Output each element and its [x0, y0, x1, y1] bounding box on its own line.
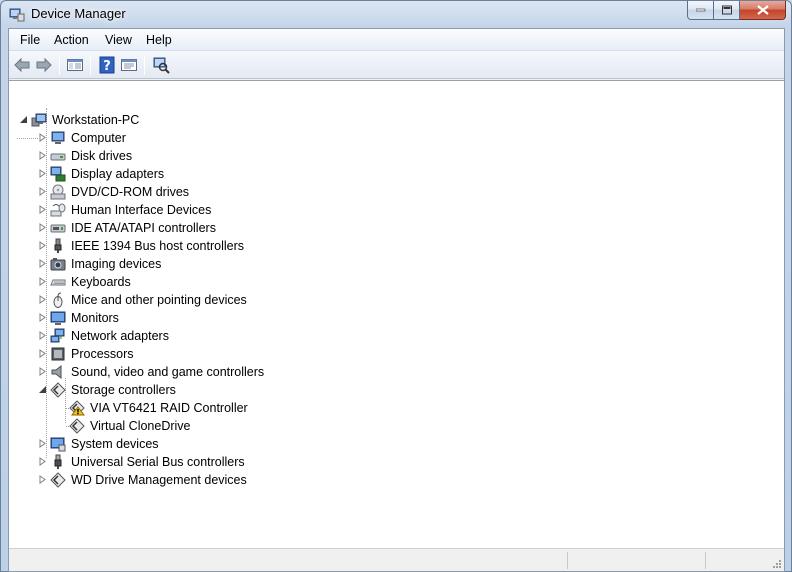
- expand-arrow-icon[interactable]: [38, 151, 47, 160]
- collapse-arrow-icon[interactable]: [19, 115, 28, 124]
- menu-action[interactable]: Action: [52, 33, 91, 47]
- expand-arrow-icon[interactable]: [38, 205, 47, 214]
- device-manager-icon: [9, 8, 25, 22]
- ide-controller-icon: [50, 224, 66, 233]
- minimize-icon: [695, 8, 705, 12]
- tree-category-label: Universal Serial Bus controllers: [71, 455, 245, 469]
- tree-device-label: VIA VT6421 RAID Controller: [90, 401, 248, 415]
- storage-controller-icon: [69, 418, 85, 434]
- toolbar: ?: [9, 51, 784, 79]
- display-adapter-icon: [50, 166, 66, 182]
- tree-category-label: Keyboards: [71, 275, 131, 289]
- scan-hardware-icon[interactable]: [152, 56, 170, 74]
- speaker-icon: [51, 364, 62, 380]
- tree-category-label: Storage controllers: [71, 383, 176, 397]
- close-icon: [756, 5, 769, 15]
- expand-arrow-icon[interactable]: [38, 313, 47, 322]
- tree-category-label: Sound, video and game controllers: [71, 365, 265, 379]
- client-area: File Action View Help ? Workstation-PC C…: [8, 28, 785, 572]
- toolbar-separator: [59, 55, 60, 75]
- menu-file[interactable]: File: [18, 33, 42, 47]
- device-tree[interactable]: Workstation-PC Computer Disk drives Disp…: [9, 80, 784, 548]
- show-hide-console-tree-icon[interactable]: [66, 56, 84, 74]
- tree-category-label: IDE ATA/ATAPI controllers: [71, 221, 216, 235]
- expand-arrow-icon[interactable]: [38, 457, 47, 466]
- status-pane: [705, 552, 706, 569]
- camera-icon: [50, 258, 66, 271]
- hid-icon: [50, 203, 66, 217]
- expand-arrow-icon[interactable]: [38, 223, 47, 232]
- computer-tower-icon: [31, 113, 47, 127]
- help-icon[interactable]: ?: [98, 56, 116, 74]
- keyboard-icon: [50, 279, 66, 286]
- mouse-icon: [53, 292, 63, 308]
- close-button[interactable]: [740, 1, 786, 20]
- tree-category-label: Processors: [71, 347, 134, 361]
- tree-category-label: Human Interface Devices: [71, 203, 212, 217]
- tree-category-label: Monitors: [71, 311, 119, 325]
- dvd-drive-icon: [50, 184, 66, 200]
- expand-arrow-icon[interactable]: [38, 295, 47, 304]
- menu-help[interactable]: Help: [144, 33, 174, 47]
- tree-device-label: Virtual CloneDrive: [90, 419, 191, 433]
- expand-arrow-icon[interactable]: [38, 439, 47, 448]
- menu-bar: File Action View Help: [9, 29, 784, 51]
- properties-icon[interactable]: [120, 56, 138, 74]
- tree-category-label: Mice and other pointing devices: [71, 293, 247, 307]
- storage-controller-icon: [50, 472, 66, 488]
- collapse-arrow-icon[interactable]: [38, 385, 47, 394]
- caption-buttons: [687, 1, 786, 20]
- svg-text:?: ?: [103, 59, 111, 74]
- expand-arrow-icon[interactable]: [38, 277, 47, 286]
- maximize-button[interactable]: [714, 1, 740, 20]
- monitor-icon: [50, 311, 66, 325]
- tree-category-label: System devices: [71, 437, 159, 451]
- expand-arrow-icon[interactable]: [38, 169, 47, 178]
- firewire-icon: [54, 238, 62, 253]
- tree-root-label: Workstation-PC: [52, 113, 140, 127]
- expand-arrow-icon[interactable]: [38, 349, 47, 358]
- tree-connector: [17, 138, 38, 139]
- network-adapter-icon: [50, 328, 65, 343]
- tree-category-label: Imaging devices: [71, 257, 162, 271]
- expand-arrow-icon[interactable]: [38, 241, 47, 250]
- disk-drive-icon: [50, 153, 66, 161]
- menu-view[interactable]: View: [103, 33, 134, 47]
- toolbar-separator: [144, 55, 145, 75]
- processor-icon: [51, 347, 65, 361]
- storage-controller-icon: [50, 382, 66, 398]
- tree-category-label: Display adapters: [71, 167, 165, 181]
- expand-arrow-icon[interactable]: [38, 475, 47, 484]
- window-title: Device Manager: [31, 6, 126, 21]
- toolbar-separator: [90, 55, 91, 75]
- minimize-button[interactable]: [687, 1, 714, 20]
- expand-arrow-icon[interactable]: [38, 187, 47, 196]
- expand-arrow-icon[interactable]: [38, 133, 47, 142]
- expand-arrow-icon[interactable]: [38, 331, 47, 340]
- tree-category-label: Network adapters: [71, 329, 169, 343]
- tree-category-label: DVD/CD-ROM drives: [71, 185, 190, 199]
- back-arrow-icon[interactable]: [13, 56, 31, 74]
- maximize-icon: [721, 5, 732, 15]
- tree-category-label: WD Drive Management devices: [71, 473, 247, 487]
- tree-category-label: IEEE 1394 Bus host controllers: [71, 239, 245, 253]
- status-pane: [567, 552, 568, 569]
- tree-category-label: Computer: [71, 131, 126, 145]
- expand-arrow-icon[interactable]: [38, 367, 47, 376]
- expand-arrow-icon[interactable]: [38, 259, 47, 268]
- resize-grip-icon[interactable]: [770, 557, 782, 569]
- title-bar[interactable]: Device Manager: [1, 1, 791, 28]
- status-bar: [9, 548, 784, 571]
- device-manager-window: Device Manager File Action View Help ? W…: [0, 0, 792, 572]
- forward-arrow-icon[interactable]: [35, 56, 53, 74]
- computer-icon: [51, 131, 65, 144]
- usb-icon: [54, 454, 62, 469]
- warning-device-icon: [69, 400, 85, 416]
- tree-category-label: Disk drives: [71, 149, 133, 163]
- system-devices-icon: [50, 437, 66, 452]
